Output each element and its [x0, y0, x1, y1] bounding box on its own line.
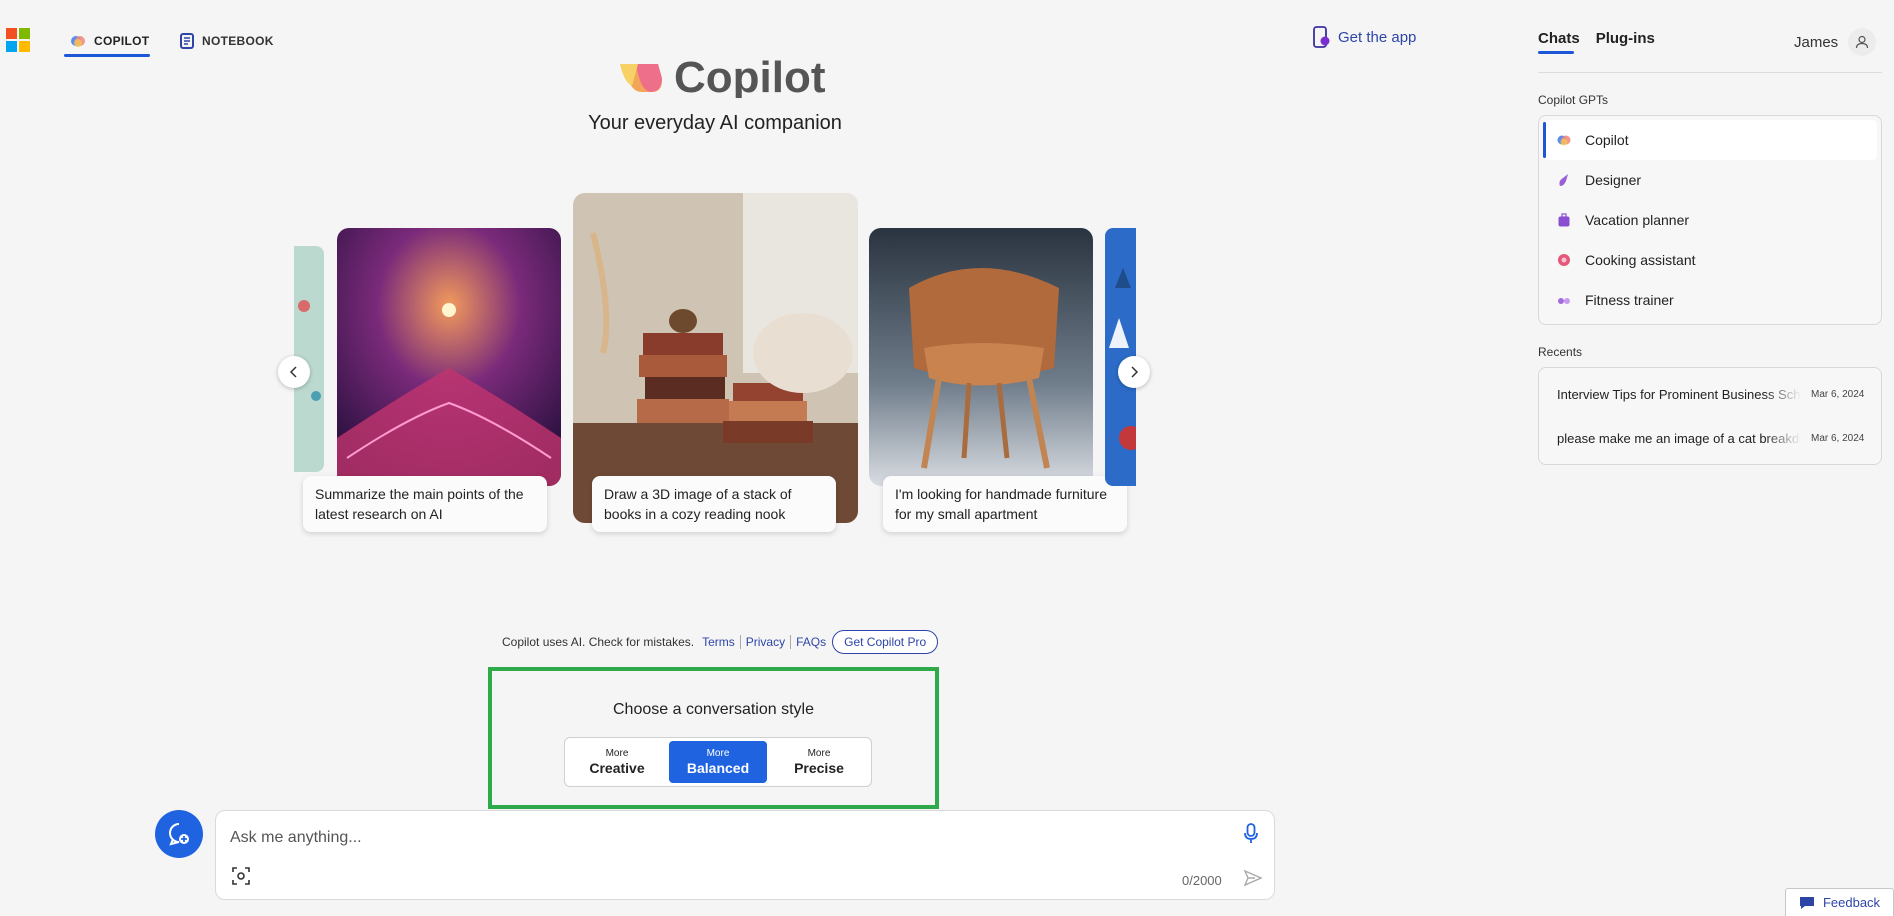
suggestion-caption[interactable]: Summarize the main points of the latest … [303, 476, 547, 532]
gpt-label: Copilot [1585, 132, 1629, 148]
tagline: Your everyday AI companion [588, 112, 842, 134]
style-option-label: Precise [794, 759, 844, 776]
recent-chat-title: Interview Tips for Prominent Business Sc… [1557, 386, 1801, 402]
phone-icon [1313, 26, 1330, 48]
copilot-wordmark: Copilot [618, 52, 848, 98]
new-topic-button[interactable] [155, 810, 203, 858]
disclaimer-bar: Copilot uses AI. Check for mistakes. Ter… [502, 630, 939, 654]
conversation-style-title: Choose a conversation style [613, 701, 814, 718]
get-the-app-link[interactable]: Get the app [1312, 26, 1416, 48]
style-option-prefix: More [605, 747, 629, 759]
recent-chat-item[interactable]: please make me an image of a cat breakda… [1543, 416, 1877, 460]
suggestion-caption[interactable]: I'm looking for handmade furniture for m… [883, 476, 1127, 532]
copilot-gpts-list: Copilot Designer Vacation planner Cookin… [1538, 115, 1882, 325]
suggestion-carousel: Summarize the main points of the latest … [294, 190, 1136, 540]
tab-label: COPILOT [94, 34, 150, 48]
style-option-balanced[interactable]: More Balanced [669, 741, 767, 783]
copilot-icon [71, 36, 85, 47]
disclaimer-text: Copilot uses AI. Check for mistakes. [502, 635, 695, 649]
suitcase-icon [1558, 213, 1570, 227]
privacy-link[interactable]: Privacy [746, 635, 785, 649]
copilot-gpts-label: Copilot GPTs [1538, 93, 1609, 107]
style-option-label: Balanced [686, 759, 750, 776]
chevron-right-icon [1131, 366, 1139, 378]
carousel-previous-button[interactable] [278, 356, 310, 388]
designer-icon [1559, 174, 1568, 186]
gpt-label: Cooking assistant [1585, 252, 1696, 268]
style-option-precise[interactable]: More Precise [770, 741, 868, 783]
tab-plugins[interactable]: Plug-ins [1596, 30, 1655, 47]
recents-label: Recents [1538, 345, 1583, 359]
feedback-label: Feedback [1822, 895, 1881, 910]
active-tab-indicator [1538, 51, 1574, 54]
card-image [869, 228, 1093, 486]
recent-chat-title: please make me an image of a cat breakda… [1557, 430, 1801, 446]
copilot-icon [1557, 135, 1571, 146]
suggestion-card-ai-research[interactable] [337, 228, 561, 486]
dumbbell-icon [1558, 298, 1570, 304]
carousel-next-button[interactable] [1118, 356, 1150, 388]
new-chat-icon [169, 823, 189, 846]
tab-notebook[interactable]: NOTEBOOK [180, 26, 274, 56]
tab-chats[interactable]: Chats [1538, 30, 1580, 47]
terms-link[interactable]: Terms [702, 635, 735, 649]
faqs-link[interactable]: FAQs [796, 635, 826, 649]
user-name: James [1794, 33, 1839, 51]
right-panel-tabs: Chats Plug-ins [1538, 30, 1655, 47]
divider [739, 635, 741, 649]
microsoft-logo-icon[interactable] [6, 28, 30, 52]
feedback-icon [1799, 896, 1814, 909]
character-counter: 0/2000 [1182, 873, 1222, 888]
suggestion-caption[interactable]: Draw a 3D image of a stack of books in a… [592, 476, 836, 532]
divider [790, 635, 792, 649]
gpt-item-copilot[interactable]: Copilot [1543, 120, 1877, 160]
gpt-label: Designer [1585, 172, 1642, 188]
microphone-icon[interactable] [1243, 823, 1259, 845]
chat-composer: 0/2000 [215, 810, 1275, 900]
gpt-item-vacation-planner[interactable]: Vacation planner [1543, 200, 1877, 240]
style-option-creative[interactable]: More Creative [568, 741, 666, 783]
send-icon[interactable] [1244, 869, 1262, 887]
gpt-item-cooking-assistant[interactable]: Cooking assistant [1543, 240, 1877, 280]
gpt-label: Vacation planner [1585, 212, 1690, 228]
tab-label: NOTEBOOK [202, 34, 274, 48]
recent-chat-item[interactable]: Interview Tips for Prominent Business Sc… [1543, 372, 1877, 416]
chevron-left-icon [289, 366, 297, 378]
card-image [573, 193, 858, 523]
person-icon [1856, 35, 1869, 49]
recents-list: Interview Tips for Prominent Business Sc… [1538, 367, 1882, 465]
user-account[interactable]: James [1794, 28, 1877, 56]
recent-chat-date: Mar 6, 2024 [1811, 388, 1865, 400]
notebook-icon [180, 33, 194, 49]
cooking-icon [1558, 254, 1570, 266]
screenshot-icon[interactable] [232, 867, 250, 885]
feedback-button[interactable]: Feedback [1785, 888, 1894, 916]
card-image [337, 228, 561, 486]
copilot-logo-icon [620, 64, 662, 92]
style-option-label: Creative [589, 759, 645, 776]
recent-chat-date: Mar 6, 2024 [1811, 432, 1865, 444]
ask-input[interactable] [230, 825, 1190, 851]
active-tab-indicator [64, 54, 150, 57]
tab-copilot[interactable]: COPILOT [70, 26, 149, 56]
copilot-wordmark-text: Copilot [674, 53, 826, 99]
style-option-prefix: More [706, 747, 730, 759]
gpt-item-fitness-trainer[interactable]: Fitness trainer [1543, 280, 1877, 320]
conversation-style-panel: Choose a conversation style More Creativ… [488, 667, 939, 809]
suggestion-card-books[interactable] [573, 193, 858, 523]
get-copilot-pro-button[interactable]: Get Copilot Pro [832, 630, 939, 654]
divider [1538, 72, 1882, 73]
conversation-style-selector: More Creative More Balanced More Precise [564, 737, 872, 787]
gpt-item-designer[interactable]: Designer [1543, 160, 1877, 200]
style-option-prefix: More [807, 747, 831, 759]
get-the-app-label: Get the app [1338, 28, 1417, 46]
avatar [1848, 28, 1877, 56]
suggestion-card-furniture[interactable] [869, 228, 1093, 486]
gpt-label: Fitness trainer [1585, 292, 1674, 308]
